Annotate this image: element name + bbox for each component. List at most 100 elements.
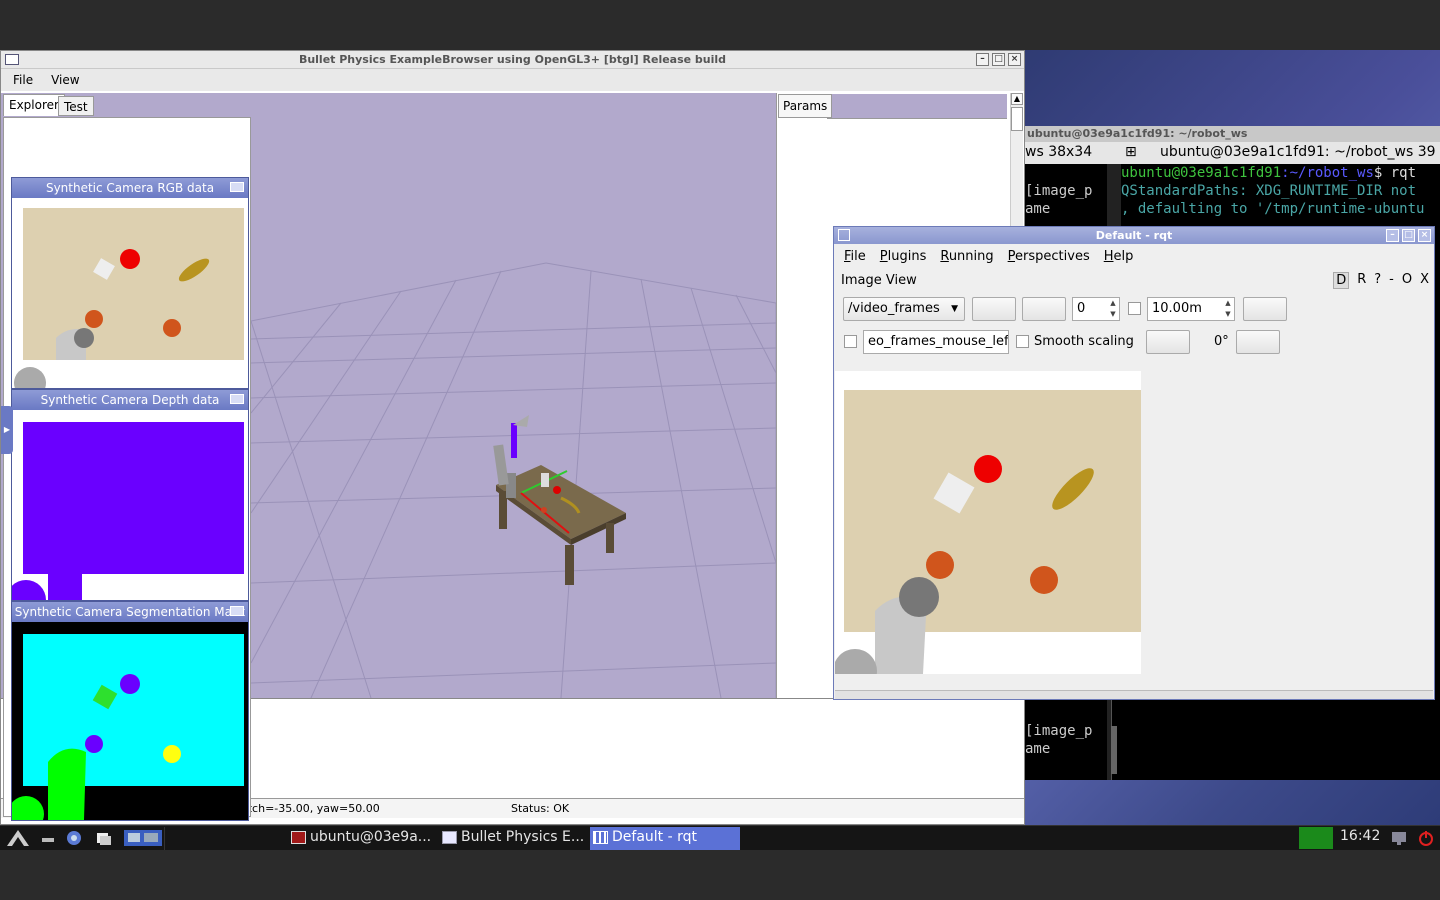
terminal-line: [image_p: [1025, 723, 1093, 739]
task-label: Bullet Physics E...: [461, 829, 585, 845]
scrollbar-thumb[interactable]: [1011, 107, 1023, 131]
display-icon[interactable]: [1391, 830, 1407, 846]
task-label: ubuntu@03e9a...: [310, 829, 432, 845]
close-button[interactable]: ×: [1008, 53, 1021, 66]
terminal-tab-bar: ws 38x34 ⊞ ubuntu@03e9a1c1fd91: ~/robot_…: [1025, 142, 1440, 164]
dynamic-range-checkbox[interactable]: [1128, 302, 1141, 315]
power-icon[interactable]: [1418, 830, 1434, 846]
params-tabstrip: [827, 94, 1007, 119]
terminal-tab-right[interactable]: ubuntu@03e9a1c1fd91: ~/robot_ws 39: [1160, 144, 1436, 160]
taskbar: ubuntu@03e9a... Bullet Physics E... Defa…: [0, 825, 1440, 850]
cpu-monitor[interactable]: [1299, 827, 1333, 849]
terminal-title: ubuntu@03e9a1c1fd91: ~/robot_ws: [1025, 126, 1440, 142]
start-menu-icon[interactable]: [5, 828, 31, 848]
rqt-titlebar[interactable]: Default - rqt – □ ×: [834, 227, 1434, 244]
rotate-spinbox[interactable]: 0 ▲ ▼: [1072, 297, 1120, 321]
menu-file[interactable]: File: [13, 73, 33, 87]
mouse-topic-field[interactable]: eo_frames_mouse_left: [863, 330, 1009, 354]
rqt-horizontal-scrollbar[interactable]: [835, 690, 1433, 699]
minimize-button[interactable]: –: [1386, 229, 1399, 242]
camera-rgb-title: Synthetic Camera RGB data: [45, 181, 215, 195]
bullet-menubar: File View: [1, 69, 1024, 91]
menu-view[interactable]: View: [51, 73, 79, 87]
image-view-toolbar-row2: eo_frames_mouse_left Smooth scaling 0°: [834, 330, 1434, 356]
grip-icon: [838, 229, 850, 241]
dock-button[interactable]: D: [1333, 272, 1350, 289]
rotation-label: 0°: [1214, 334, 1229, 349]
spin-arrows-icon[interactable]: ▲ ▼: [1107, 298, 1119, 320]
terminal-line: [image_p: [1025, 183, 1093, 199]
help-button[interactable]: ?: [1374, 272, 1381, 289]
menu-perspectives[interactable]: Perspectives: [1008, 249, 1090, 264]
scroll-up-icon[interactable]: ▲: [1011, 93, 1023, 105]
file-manager-icon[interactable]: [96, 830, 112, 846]
minimize-icon[interactable]: [230, 182, 244, 192]
close-button[interactable]: ×: [1418, 229, 1431, 242]
menu-running[interactable]: Running: [940, 249, 993, 264]
bullet-title-text: Bullet Physics ExampleBrowser using Open…: [298, 53, 727, 66]
minimize-plugin-button[interactable]: -: [1389, 272, 1394, 289]
camera-seg-titlebar[interactable]: Synthetic Camera Segmentation Mask: [12, 602, 248, 622]
task-bullet[interactable]: Bullet Physics E...: [439, 827, 589, 850]
rqt-window[interactable]: Default - rqt – □ × File Plugins Running…: [833, 226, 1435, 700]
camera-seg-title: Synthetic Camera Segmentation Mask: [14, 605, 246, 619]
rqt-menubar: File Plugins Running Perspectives Help: [834, 244, 1434, 268]
split-icon[interactable]: ⊞: [1125, 144, 1137, 160]
task-rqt[interactable]: Default - rqt: [590, 827, 740, 850]
desktop-bottom-strip: [0, 850, 1440, 900]
camera-seg-panel[interactable]: Synthetic Camera Segmentation Mask: [11, 601, 249, 821]
terminal-left-pane-bottom[interactable]: [image_p ame: [1025, 722, 1111, 766]
rotate-spinbox-value: 0: [1077, 301, 1086, 316]
menu-plugins[interactable]: Plugins: [880, 249, 927, 264]
topic-select-value: /video_frames: [848, 301, 940, 316]
refresh-topics-button[interactable]: [972, 297, 1016, 321]
tab-params[interactable]: Params: [778, 94, 833, 118]
save-image-button[interactable]: [1022, 297, 1066, 321]
image-display[interactable]: [835, 371, 1141, 674]
camera-depth-panel[interactable]: Synthetic Camera Depth data: [11, 389, 249, 601]
tab-explorer[interactable]: Explorer: [3, 94, 65, 116]
terminal-tab-left[interactable]: ws 38x34: [1025, 144, 1117, 160]
bullet-titlebar[interactable]: Bullet Physics ExampleBrowser using Open…: [1, 51, 1024, 69]
minimize-icon[interactable]: [230, 394, 244, 404]
camera-depth-titlebar[interactable]: Synthetic Camera Depth data: [12, 390, 248, 410]
maximize-button[interactable]: □: [992, 53, 1005, 66]
menu-help[interactable]: Help: [1104, 249, 1134, 264]
workspace-switcher-icon[interactable]: [124, 830, 162, 846]
smooth-scaling-checkbox[interactable]: [1016, 335, 1029, 348]
publish-click-checkbox[interactable]: [844, 335, 857, 348]
close-plugin-button[interactable]: X: [1420, 272, 1429, 289]
window-icon: [442, 831, 457, 844]
spin-arrows-icon[interactable]: ▲ ▼: [1222, 298, 1234, 320]
task-terminal[interactable]: ubuntu@03e9a...: [288, 827, 438, 850]
show-desktop-icon[interactable]: [40, 830, 56, 846]
menu-file[interactable]: File: [844, 249, 866, 264]
tab-test[interactable]: Test: [58, 96, 94, 116]
reload-button[interactable]: R: [1357, 272, 1366, 289]
rotate-right-button[interactable]: [1236, 330, 1280, 354]
rotate-left-button[interactable]: [1146, 330, 1190, 354]
camera-rgb-panel[interactable]: Synthetic Camera RGB data: [11, 177, 249, 389]
panel-expand-handle[interactable]: ▶: [1, 406, 13, 454]
workspace-pager[interactable]: [164, 827, 286, 850]
options-button[interactable]: O: [1402, 272, 1412, 289]
terminal-icon: [291, 831, 306, 844]
minimize-button[interactable]: –: [976, 53, 989, 66]
minimize-icon[interactable]: [230, 606, 244, 616]
plugin-controls: D R ? - O X: [1333, 272, 1429, 289]
colormap-button[interactable]: [1243, 297, 1287, 321]
prompt-path: :~/robot_ws: [1281, 165, 1374, 181]
browser-icon[interactable]: [66, 830, 82, 846]
camera-depth-title: Synthetic Camera Depth data: [40, 393, 220, 407]
maximize-button[interactable]: □: [1402, 229, 1415, 242]
plugin-title: Image View: [841, 273, 917, 288]
max-range-spinbox[interactable]: 10.00m ▲ ▼: [1147, 297, 1235, 321]
clock[interactable]: 16:42: [1340, 828, 1380, 844]
terminal-scrollbar-thumb[interactable]: [1111, 726, 1117, 774]
max-range-value: 10.00m: [1152, 301, 1202, 316]
topic-select[interactable]: /video_frames ▼: [843, 297, 965, 321]
camera-rgb-titlebar[interactable]: Synthetic Camera RGB data: [12, 178, 248, 198]
chevron-down-icon: ▼: [951, 304, 958, 314]
image-view-toolbar-row1: /video_frames ▼ 0 ▲ ▼ 10.00m ▲ ▼: [834, 297, 1434, 323]
terminal-prompt-line: ubuntu@03e9a1c1fd91:~/robot_ws$ rqt: [1121, 164, 1440, 182]
